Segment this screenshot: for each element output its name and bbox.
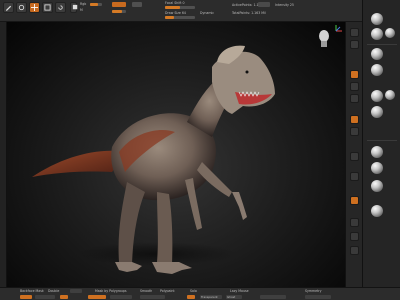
intensity-field[interactable] — [258, 2, 270, 7]
lazy-mouse-label[interactable]: Lazy Mouse — [230, 289, 249, 293]
material-sphere-6[interactable] — [371, 106, 383, 118]
move-button[interactable] — [29, 2, 40, 13]
mrgb-button[interactable] — [70, 2, 78, 13]
navigation-head-icon[interactable] — [317, 28, 331, 48]
material-sphere-5[interactable] — [371, 90, 383, 102]
bottom-chip-4[interactable] — [187, 295, 195, 299]
move-icon — [31, 4, 38, 11]
rotate-button[interactable] — [55, 2, 66, 13]
total-points-label: TotalPoints: 1.163 Mil — [232, 11, 266, 15]
smooth-label[interactable]: Smooth — [140, 289, 152, 293]
polypaint-label[interactable]: Polypaint — [160, 289, 175, 293]
ghost-button[interactable]: Ghost — [226, 295, 242, 299]
bottom-cell-4[interactable] — [260, 295, 286, 299]
persp-button[interactable] — [350, 115, 359, 124]
bottom-cell-2[interactable] — [110, 295, 132, 299]
zadd-button[interactable] — [112, 2, 126, 7]
draw-size-label: Draw Size 64 — [165, 11, 186, 15]
bottom-chip-2[interactable] — [60, 295, 68, 299]
material-sphere-3[interactable] — [371, 48, 383, 60]
bottom-chip-1[interactable] — [20, 295, 32, 299]
brush-sphere-1[interactable] — [385, 28, 395, 38]
mrgb-icon — [72, 4, 78, 10]
focal-shift-label: Focal Shift 0 — [165, 1, 185, 5]
spix-button[interactable] — [350, 40, 359, 49]
material-sphere-1[interactable] — [371, 13, 383, 25]
dinosaur-model — [32, 45, 275, 274]
floor-button[interactable] — [350, 127, 359, 136]
bottom-cell-1[interactable] — [35, 295, 55, 299]
dynamic-label[interactable]: Dynamic — [200, 11, 214, 15]
rotate-icon — [58, 5, 63, 10]
brush-icon — [18, 4, 25, 11]
bottom-cell-5[interactable] — [305, 295, 331, 299]
transparent-button[interactable]: Transparent — [200, 295, 222, 299]
rotate-view-button[interactable] — [350, 246, 359, 255]
move-view-button[interactable] — [350, 218, 359, 227]
edit-icon — [5, 5, 12, 11]
rgb-label: Rgb — [80, 2, 87, 6]
canvas-viewport[interactable] — [7, 22, 345, 287]
draw-size-slider[interactable] — [165, 16, 195, 19]
bpr-button[interactable] — [350, 28, 359, 37]
focal-shift-slider[interactable] — [165, 6, 195, 9]
draw-button[interactable] — [16, 2, 27, 13]
tray-divider — [367, 140, 397, 141]
solo-label[interactable]: Solo — [190, 289, 197, 293]
scale-button[interactable] — [42, 2, 53, 13]
actual-button[interactable] — [350, 94, 359, 103]
transparent-label: Transparent — [201, 295, 218, 299]
material-sphere-2[interactable] — [371, 28, 383, 40]
backface-mask-label[interactable]: Backface Mask — [20, 289, 44, 293]
intensity-label: Intensity 25 — [275, 3, 294, 7]
axis-gizmo-icon[interactable] — [335, 24, 343, 32]
material-sphere-4[interactable] — [371, 64, 383, 76]
zsub-button[interactable] — [132, 2, 142, 7]
scale-view-button[interactable] — [350, 232, 359, 241]
material-sphere-8[interactable] — [371, 162, 383, 174]
bottom-chip-3[interactable] — [88, 295, 106, 299]
frame-button[interactable] — [350, 196, 359, 205]
top-toolbar: Rgb M Focal Shift 0 Draw Size 64 Dynamic… — [0, 0, 400, 22]
zintensity-slider[interactable] — [112, 10, 126, 13]
edit-button[interactable] — [3, 2, 14, 13]
right-shelf — [345, 22, 362, 287]
mask-polygroups-label[interactable]: Mask by Polygroups — [95, 289, 127, 293]
local-button[interactable] — [350, 152, 359, 161]
bottom-cell-3[interactable] — [140, 295, 165, 299]
rgb-intensity-slider[interactable] — [90, 3, 102, 6]
double-toggle[interactable] — [70, 289, 82, 293]
tray-divider — [367, 44, 397, 45]
zoom-button[interactable] — [350, 82, 359, 91]
brush-sphere-2[interactable] — [385, 90, 395, 100]
material-sphere-9[interactable] — [371, 180, 383, 192]
bottom-toolbar: Backface Mask Double Mask by Polygroups … — [0, 287, 400, 300]
material-sphere-7[interactable] — [371, 146, 383, 158]
ghost-label: Ghost — [227, 295, 236, 299]
scale-icon — [44, 4, 51, 11]
symmetry-label[interactable]: Symmetry — [305, 289, 322, 293]
m-label: M — [80, 8, 83, 12]
double-label[interactable]: Double — [48, 289, 59, 293]
material-sphere-10[interactable] — [371, 205, 383, 217]
right-tray — [362, 0, 400, 287]
scroll-button[interactable] — [350, 70, 359, 79]
xyz-button[interactable] — [350, 172, 359, 181]
left-shelf — [0, 22, 7, 287]
